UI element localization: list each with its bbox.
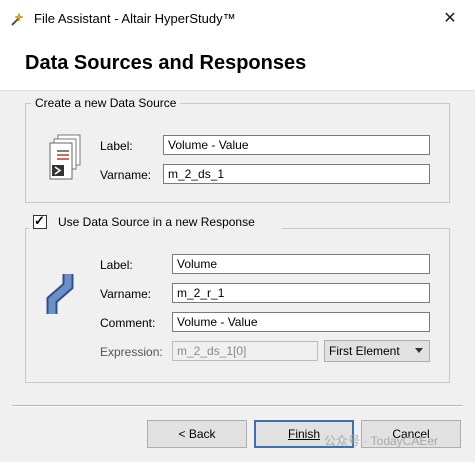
ds-label-field[interactable]	[163, 135, 430, 155]
expression-element-dropdown[interactable]: First Element	[324, 340, 430, 362]
resp-label-caption: Label:	[100, 258, 133, 272]
resp-expression-field	[172, 341, 318, 361]
checkmark-icon: ✓	[34, 213, 45, 228]
resp-varname-field[interactable]	[172, 283, 430, 303]
use-in-response-label[interactable]: Use Data Source in a new Response	[58, 215, 255, 229]
resp-label-field[interactable]	[172, 254, 430, 274]
close-button[interactable]: ✕	[430, 6, 470, 32]
footer-divider	[12, 405, 463, 407]
back-button[interactable]: < Back	[147, 420, 247, 448]
data-source-file-icon	[49, 134, 81, 180]
resp-varname-caption: Varname:	[100, 287, 152, 301]
response-curve-icon	[46, 274, 74, 314]
response-group-legend: ✓ Use Data Source in a new Response	[29, 213, 282, 230]
resp-expression-caption: Expression:	[100, 345, 163, 359]
window-title: File Assistant - Altair HyperStudy™	[34, 11, 236, 26]
expression-element-value: First Element	[329, 344, 400, 358]
ds-label-caption: Label:	[100, 139, 133, 153]
resp-comment-caption: Comment:	[100, 316, 156, 330]
chevron-down-icon	[415, 348, 423, 353]
title-bar: File Assistant - Altair HyperStudy™ ✕	[0, 0, 475, 38]
ds-varname-caption: Varname:	[100, 168, 152, 182]
finish-button-label: Finish	[287, 427, 320, 441]
wizard-header: Data Sources and Responses	[0, 38, 475, 91]
page-title: Data Sources and Responses	[25, 52, 307, 74]
ds-varname-field[interactable]	[163, 164, 430, 184]
watermark-text: 公众号 · TodayCAEer	[324, 434, 439, 448]
resp-comment-field[interactable]	[172, 312, 430, 332]
altair-wizard-icon	[11, 12, 24, 26]
use-in-response-checkbox[interactable]: ✓	[33, 213, 47, 229]
data-source-group-legend: Create a new Data Source	[31, 96, 181, 110]
